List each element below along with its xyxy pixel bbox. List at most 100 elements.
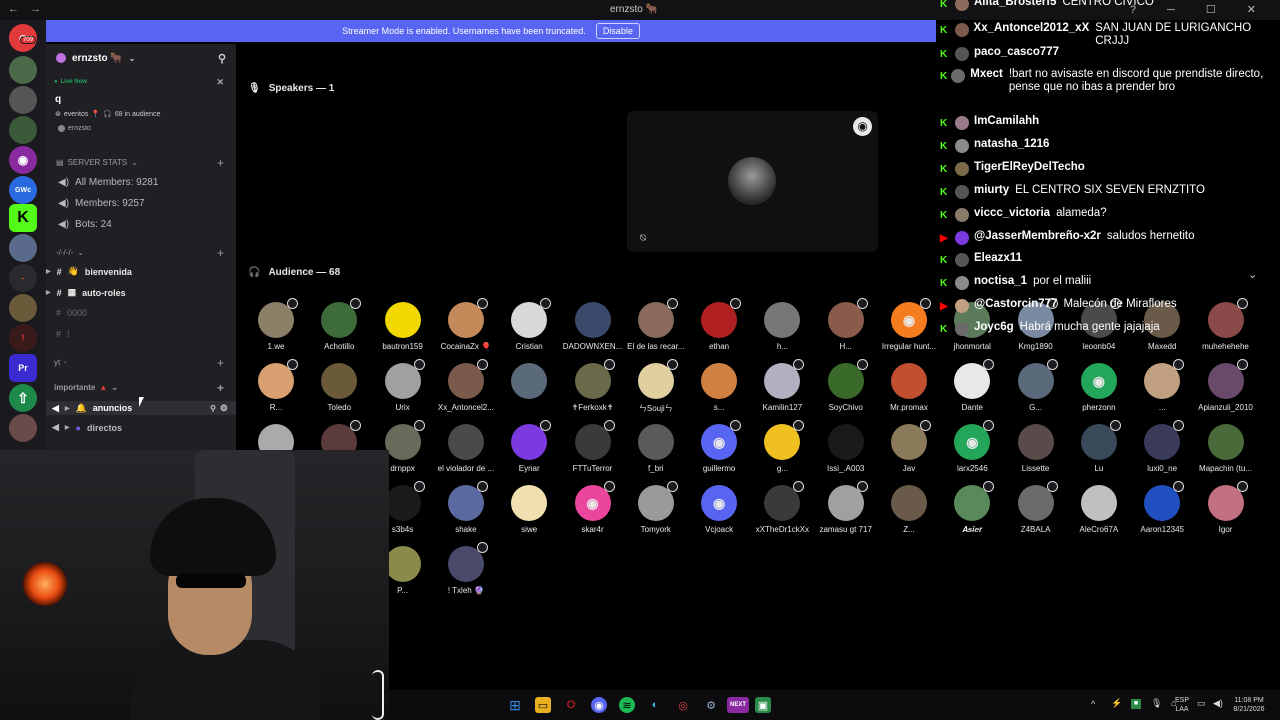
audience-member[interactable]: luxi0_ne — [1130, 420, 1194, 473]
audience-member[interactable]: ◉ pherzonn — [1067, 363, 1131, 412]
audience-member[interactable]: Mapachin (tu... — [1194, 424, 1258, 473]
server-icon[interactable]: ! — [9, 324, 37, 352]
discord-icon[interactable]: ◉ — [591, 697, 607, 713]
audience-member[interactable]: ◉ skar4r — [561, 481, 625, 534]
clock[interactable]: 11:08 PM 8/21/2026 — [1229, 696, 1269, 714]
audience-member[interactable]: ! Txleh 🔮 — [434, 542, 498, 595]
invite-icon[interactable]: ⚲ — [210, 404, 216, 413]
audience-member[interactable]: G... — [1004, 359, 1068, 412]
audience-member[interactable]: Eynar — [497, 420, 561, 473]
audience-member[interactable]: H... — [814, 298, 878, 351]
add-channel-icon[interactable]: + — [217, 156, 224, 170]
audience-member[interactable]: Z4BALA — [1004, 481, 1068, 534]
audience-member[interactable]: ◉ guillermo — [687, 420, 751, 473]
audience-member[interactable]: CocainaZx 🎈 — [434, 298, 498, 351]
category-yt[interactable]: yt › + — [46, 356, 236, 370]
audience-member[interactable]: ◉ larx2546 — [940, 420, 1004, 473]
opera-icon[interactable]: O — [563, 697, 579, 713]
audience-member[interactable]: Toledo — [307, 363, 371, 412]
app-icon[interactable]: NEXT — [727, 697, 749, 713]
speaker-tile[interactable]: ◉ ⍉ — [627, 111, 878, 252]
audience-member[interactable] — [497, 363, 561, 403]
audience-member[interactable]: el violador de ... — [434, 424, 498, 473]
stage-host[interactable]: ernzsto — [46, 125, 236, 132]
audience-member[interactable]: bautron159 — [371, 302, 435, 351]
windows-start-icon[interactable]: ⊞ — [507, 697, 523, 713]
server-icon[interactable]: ◉ — [9, 146, 37, 174]
audience-member[interactable]: Aaron12345 — [1130, 481, 1194, 534]
voice-channel-members[interactable]: ◀) Members: 9257 — [46, 198, 236, 209]
audience-member[interactable]: ㄣSoujiㄣ — [624, 359, 688, 414]
audience-member[interactable]: Cristian — [497, 298, 561, 351]
tray-icon[interactable]: ■ — [1131, 699, 1141, 709]
edge-icon[interactable]: ◐ — [647, 697, 663, 713]
microphone-icon[interactable]: 🎙 — [1151, 699, 1162, 708]
audience-member[interactable]: h... — [750, 302, 814, 351]
audience-member[interactable]: Apianzuli_2010 — [1194, 359, 1258, 412]
audience-member[interactable]: 1.we — [244, 298, 308, 351]
audience-member[interactable]: xXTheDr1ckXx — [750, 481, 814, 534]
camera-icon[interactable]: ◉ — [853, 117, 872, 136]
volume-icon[interactable]: ◀) — [1213, 699, 1223, 708]
audience-member[interactable]: f_bri — [624, 424, 688, 473]
text-channel-excl[interactable]: #! — [46, 329, 236, 339]
audience-member[interactable]: ◉ Irregular hunt... — [877, 298, 941, 351]
audience-member[interactable]: Issi_.A003 — [814, 424, 878, 473]
audience-member[interactable]: FTTuTerror — [561, 420, 625, 473]
audience-member[interactable]: g... — [750, 420, 814, 473]
tray-icon[interactable]: ⚡ — [1111, 699, 1122, 708]
add-channel-icon[interactable]: + — [217, 246, 224, 260]
audience-member[interactable]: zamasu gt 717 — [814, 481, 878, 534]
audience-member[interactable]: siwe — [497, 485, 561, 534]
server-icon[interactable] — [9, 56, 37, 84]
audience-member[interactable]: s... — [687, 363, 751, 412]
category-importante[interactable]: importante ▲ ⌄ + — [46, 381, 236, 395]
announcement-channel-directos[interactable]: ◀ ▶ ● directos — [46, 422, 236, 433]
text-channel-bienvenida[interactable]: ▶ # 👋 bienvenida — [46, 266, 236, 277]
audience-member[interactable]: Dante — [940, 359, 1004, 412]
audience-member[interactable]: Igor — [1194, 481, 1258, 534]
server-icon[interactable] — [9, 414, 37, 442]
audience-member[interactable]: ... — [1130, 359, 1194, 412]
audience-member[interactable]: DADOWNXEN... — [561, 302, 625, 351]
audience-member[interactable]: Jav — [877, 420, 941, 473]
add-channel-icon[interactable]: + — [217, 356, 224, 370]
voice-channel-all-members[interactable]: ◀) All Members: 9281 — [46, 177, 236, 188]
audience-member[interactable]: Z... — [877, 485, 941, 534]
category-misc[interactable]: -/-/-/- ⌄ + — [46, 246, 236, 260]
audience-member[interactable]: Lu — [1067, 420, 1131, 473]
language-indicator[interactable]: ESP LAA — [1173, 696, 1191, 714]
audience-member[interactable]: Mr.promax — [877, 363, 941, 412]
audience-member[interactable]: SoyChivo — [814, 359, 878, 412]
explore-icon[interactable]: ⇧ — [9, 384, 37, 412]
audience-member[interactable]: shake — [434, 481, 498, 534]
audience-member[interactable]: Kamilin127 — [750, 359, 814, 412]
server-icon-pr[interactable]: Pr — [9, 354, 37, 382]
category-server-stats[interactable]: ▤ SERVER STATS ⌄ + — [46, 156, 236, 170]
server-header[interactable]: ernzsto 🐂 ⌄ ⚲ — [46, 44, 236, 72]
audience-member[interactable]: El de las recar... — [624, 298, 688, 351]
server-icon[interactable] — [9, 294, 37, 322]
text-channel-auto-roles[interactable]: ▶ # ▦ auto-roles — [46, 287, 236, 298]
audience-member[interactable]: Achotillo — [307, 298, 371, 351]
close-icon[interactable]: ✕ — [216, 77, 224, 88]
audience-member[interactable]: ✝Ferkoxk✝ — [561, 359, 625, 412]
audience-member[interactable]: R... — [244, 359, 308, 412]
nav-arrows-icon[interactable]: ← → — [8, 3, 45, 15]
server-icon[interactable]: - — [9, 264, 37, 292]
server-icon[interactable] — [9, 234, 37, 262]
spotify-icon[interactable]: ≋ — [619, 697, 635, 713]
audience-member[interactable]: 𝑨𝒔𝒊𝒆𝒓 — [940, 481, 1004, 535]
display-icon[interactable]: ▭ — [1197, 699, 1206, 708]
audience-member[interactable]: Lissette — [1004, 424, 1068, 473]
file-explorer-icon[interactable]: ▭ — [535, 697, 551, 713]
audience-member[interactable]: Tomyork — [624, 481, 688, 534]
disable-button[interactable]: Disable — [595, 23, 640, 39]
gear-icon[interactable]: ⚙ — [220, 403, 228, 414]
steam-icon[interactable]: ⚙ — [703, 697, 719, 713]
audience-member[interactable]: AleCro67A — [1067, 485, 1131, 534]
tray-expand-icon[interactable]: ^ — [1091, 700, 1095, 709]
add-friend-icon[interactable]: ⚲ — [218, 52, 226, 65]
kick-server-icon[interactable]: K — [9, 204, 37, 232]
server-icon-gwc[interactable]: GWc — [9, 176, 37, 204]
